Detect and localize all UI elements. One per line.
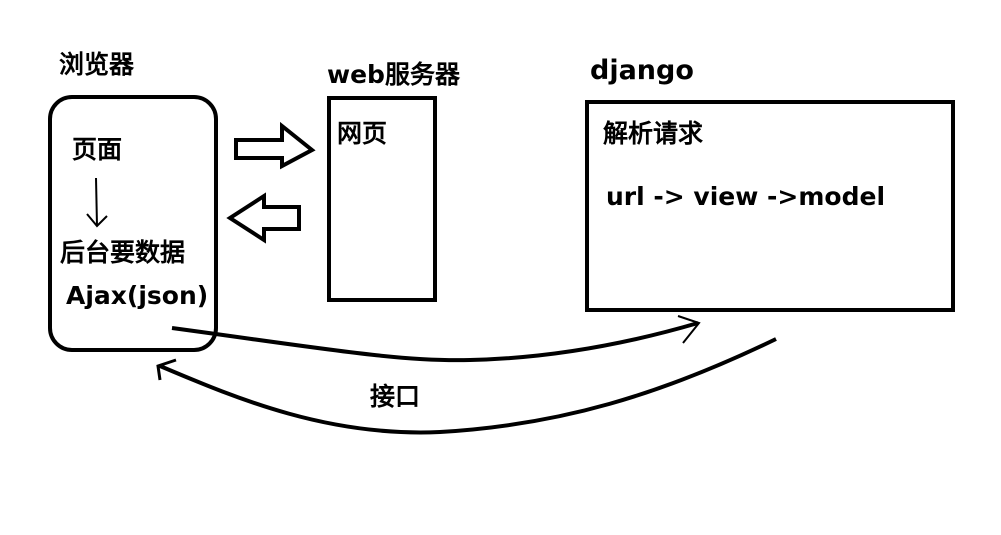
web-server-title: web服务器 [327,60,460,89]
django-title: django [590,55,694,86]
django-to-browser-curve [156,337,777,435]
interface-label: 接口 [370,382,421,411]
left-hollow-arrow [226,192,301,244]
browser-ajax-label: Ajax(json) [66,281,209,310]
ajax-to-django-curve [171,315,701,363]
django-flow-label: url -> view ->model [606,182,886,211]
django-parse-label: 解析请求 [603,119,704,148]
diagram-canvas [48,95,955,435]
right-hollow-arrow [234,121,316,170]
browser-backend-label: 后台要数据 [60,238,186,267]
web-server-page-label: 网页 [337,119,388,148]
browser-title: 浏览器 [59,50,135,79]
browser-page-label: 页面 [72,135,123,164]
page-to-backend-arrow [86,177,108,228]
